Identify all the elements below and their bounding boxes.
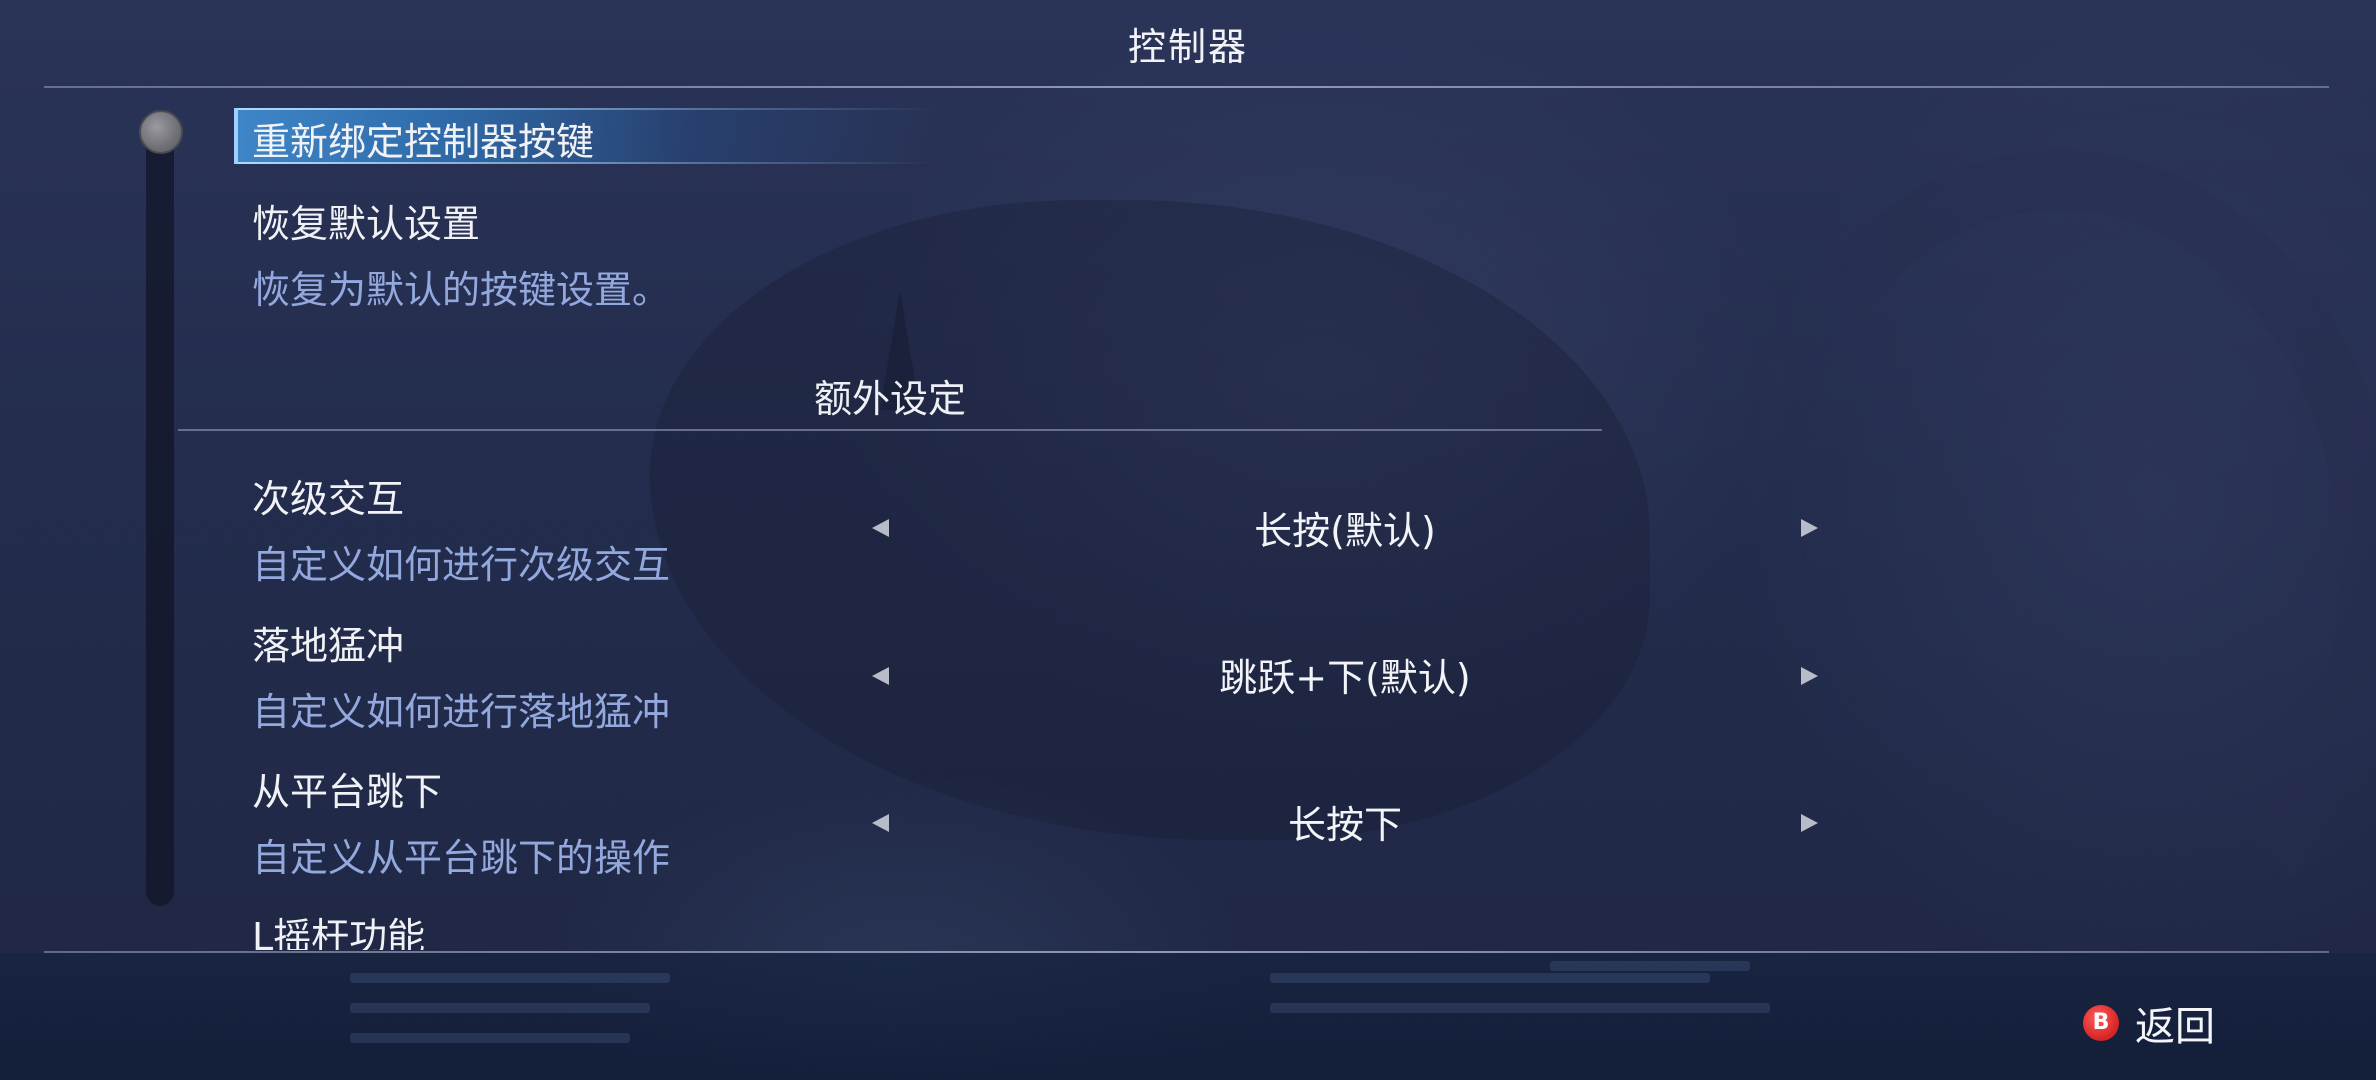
- setting-drop-through-description: 自定义从平台跳下的操作: [252, 836, 671, 880]
- footer-ghost-line: [350, 973, 670, 983]
- setting-left-stick-label: L摇杆功能: [252, 915, 426, 950]
- settings-list: 重新绑定控制器按键 恢复默认设置 恢复为默认的按键设置。 额外设定 次级交互 自…: [0, 88, 2376, 950]
- right-arrow-icon[interactable]: [1797, 811, 1821, 835]
- right-arrow-icon[interactable]: [1797, 664, 1821, 688]
- setting-drop-through-label: 从平台跳下: [252, 770, 443, 814]
- setting-secondary-interact-label: 次级交互: [252, 477, 405, 521]
- setting-secondary-interact-description: 自定义如何进行次级交互: [252, 543, 671, 587]
- footer-ghost-line: [1270, 1003, 1770, 1013]
- restore-defaults-button[interactable]: 恢复默认设置: [252, 193, 480, 248]
- section-title: 额外设定: [813, 377, 966, 421]
- footer-ghost-line: [1550, 961, 1750, 971]
- setting-ground-pound-value: 跳跃+下(默认): [1219, 656, 1471, 700]
- setting-ground-pound-label: 落地猛冲: [252, 624, 405, 668]
- footer-ghost-line: [350, 1033, 630, 1043]
- b-button-icon: B: [2083, 1005, 2119, 1041]
- footer-ghost-line: [1270, 973, 1710, 983]
- back-label: 返回: [2135, 1004, 2215, 1050]
- page-title: 控制器: [1127, 25, 1248, 69]
- back-button[interactable]: B 返回: [2083, 994, 2215, 1052]
- rebind-controller-button[interactable]: 重新绑定控制器按键: [252, 111, 594, 166]
- restore-defaults-description: 恢复为默认的按键设置。: [252, 268, 671, 312]
- right-arrow-icon[interactable]: [1797, 516, 1821, 540]
- setting-drop-through-value: 长按下: [1287, 803, 1402, 847]
- setting-ground-pound-description: 自定义如何进行落地猛冲: [252, 690, 671, 734]
- footer-ghost-line: [350, 1003, 650, 1013]
- footer-bar: [0, 953, 2376, 1080]
- section-divider: [178, 429, 1602, 431]
- setting-secondary-interact-value: 长按(默认): [1254, 509, 1436, 553]
